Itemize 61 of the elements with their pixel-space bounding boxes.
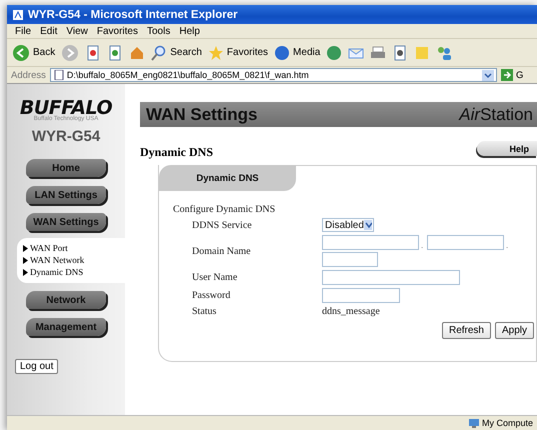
input-field[interactable] — [322, 270, 460, 285]
page-title: WAN Settings — [146, 104, 258, 124]
menu-item[interactable]: Help — [179, 26, 200, 36]
field-label: DDNS Service — [192, 220, 253, 230]
address-label: Address — [11, 70, 46, 80]
brand-wordmark: AirStation — [459, 104, 533, 124]
form-button[interactable]: Refresh — [442, 322, 491, 339]
menu-item[interactable]: Edit — [40, 26, 58, 36]
panel-tab[interactable]: Dynamic DNS — [159, 165, 296, 191]
submenu-link[interactable]: WAN Port — [23, 243, 125, 253]
nav-button[interactable]: Home — [26, 159, 106, 177]
password-field[interactable] — [322, 288, 400, 303]
logout-button[interactable]: Log out — [15, 359, 58, 374]
nav-button[interactable]: Network — [26, 291, 106, 309]
menu-item[interactable]: View — [66, 26, 88, 36]
input-field[interactable] — [322, 252, 378, 267]
submenu-link[interactable]: Dynamic DNS — [23, 267, 125, 277]
model-name: WYR-G54 — [32, 128, 100, 145]
submenu-link[interactable]: WAN Network — [23, 255, 125, 265]
people-icon[interactable] — [436, 44, 452, 60]
document-icon[interactable] — [392, 44, 408, 60]
dot-separator: . — [506, 241, 510, 250]
intro-text: Configure Dynamic DNS — [173, 204, 276, 215]
toolbar-button[interactable]: Media — [274, 44, 320, 60]
nav-button[interactable]: Management — [26, 318, 106, 336]
field-label: Domain Name — [192, 246, 252, 256]
menu-item[interactable]: Favorites — [96, 26, 138, 36]
field-label: Password — [192, 290, 232, 301]
menu-item[interactable]: Tools — [146, 26, 170, 36]
back-icon[interactable] — [12, 44, 30, 62]
arrow-icon — [501, 69, 513, 81]
dropdown-arrow-icon — [364, 220, 372, 230]
help-button[interactable]: Help — [477, 141, 537, 156]
go-button[interactable]: G — [501, 69, 533, 81]
search-icon[interactable] — [151, 44, 168, 60]
menu-item[interactable]: File — [15, 26, 32, 36]
form-button[interactable]: Apply — [494, 322, 534, 339]
toolbar-button[interactable]: Favorites — [208, 44, 268, 60]
computer-icon — [468, 418, 479, 428]
address-field[interactable]: D:\buffalo_8065M_eng0821\buffalo_8065M_0821\f_wan.htm — [50, 68, 497, 82]
input-field[interactable] — [427, 235, 504, 250]
dropdown-arrow-icon[interactable] — [482, 70, 494, 80]
input-field[interactable] — [322, 235, 419, 250]
toolbar-button[interactable]: Search — [151, 44, 202, 60]
star-icon[interactable] — [208, 44, 224, 60]
nav-button[interactable]: WAN Settings — [26, 213, 106, 231]
nav-button[interactable]: LAN Settings — [26, 186, 106, 204]
field-label: Status — [192, 306, 218, 317]
field-label: User Name — [192, 272, 238, 283]
zone-label: My Compute — [482, 418, 533, 428]
toolbar-button[interactable]: Back — [12, 44, 56, 62]
page-icon — [54, 70, 64, 80]
status-value: ddns_message — [322, 306, 380, 317]
page-icon — [12, 8, 24, 20]
printer-icon[interactable] — [370, 44, 386, 60]
section-title: Dynamic DNS — [140, 145, 214, 160]
dot-separator: . — [421, 241, 424, 250]
forward-icon[interactable] — [61, 44, 80, 62]
ddns-service-select[interactable]: Disabled — [322, 218, 374, 232]
window-title: WYR-G54 - Microsoft Internet Explorer — [28, 8, 238, 20]
home-icon[interactable] — [129, 44, 146, 60]
